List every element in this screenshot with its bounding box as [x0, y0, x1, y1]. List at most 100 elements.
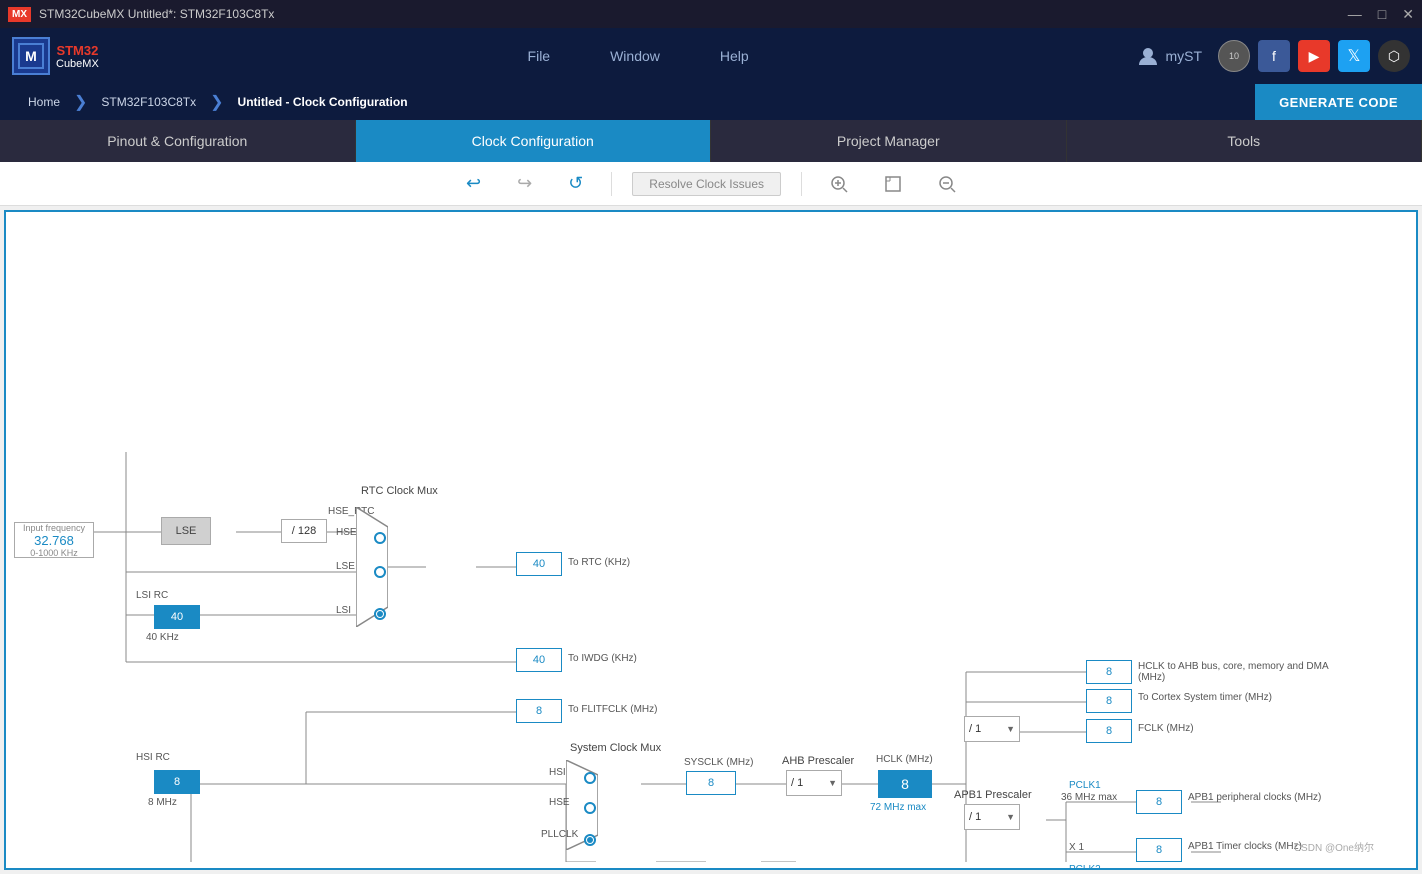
clock-diagram: Input frequency 32.768 0-1000 KHz LSE LS…: [6, 212, 1386, 862]
sysclk-label: SYSCLK (MHz): [684, 757, 753, 768]
sys-hsi-label: HSI: [549, 767, 566, 778]
undo-button[interactable]: ↩: [458, 169, 489, 198]
out-apb1-timer-box[interactable]: 8: [1136, 838, 1182, 862]
menu-help[interactable]: Help: [720, 48, 749, 64]
out-fclk-box[interactable]: 8: [1086, 719, 1132, 743]
rtc-mux-radio-lsi[interactable]: [374, 608, 386, 620]
hclk-box[interactable]: 8: [878, 770, 932, 798]
tab-clock[interactable]: Clock Configuration: [356, 120, 712, 162]
myst-button[interactable]: myST: [1137, 45, 1202, 67]
zoom-in-button[interactable]: [822, 171, 856, 197]
social-facebook[interactable]: f: [1258, 40, 1290, 72]
ahb-pre-dropdown[interactable]: / 1 ▼: [786, 770, 842, 796]
lsi-rc-box[interactable]: 40: [154, 605, 200, 629]
sysclk-mux-label: System Clock Mux: [570, 742, 661, 754]
input-freq-value[interactable]: 32.768: [34, 533, 74, 548]
rtc-mux-lse-label: LSE: [336, 561, 355, 572]
app-logo-icon: M: [12, 37, 50, 75]
tab-project[interactable]: Project Manager: [711, 120, 1067, 162]
pclk2-label: PCLK2: [1069, 864, 1101, 870]
menu-bar: M STM32 CubeMX File Window Help myST 10 …: [0, 28, 1422, 84]
sys-hse-label: HSE: [549, 797, 570, 808]
to-flit-box[interactable]: 8: [516, 699, 562, 723]
tab-pinout[interactable]: Pinout & Configuration: [0, 120, 356, 162]
sysclk-mux-hsi[interactable]: [584, 772, 596, 784]
breadcrumb-arrow-2: ❯: [210, 92, 223, 112]
out-ahb-box[interactable]: 8: [1086, 660, 1132, 684]
svg-text:M: M: [25, 48, 37, 64]
to-iwdg-label: To IWDG (KHz): [568, 653, 637, 664]
clock-diagram-canvas[interactable]: Input frequency 32.768 0-1000 KHz LSE LS…: [4, 210, 1418, 870]
app-logo-text: STM32 CubeMX: [56, 43, 99, 70]
resolve-clock-button[interactable]: Resolve Clock Issues: [632, 172, 781, 196]
close-button[interactable]: ✕: [1402, 6, 1414, 23]
sys-pll-label: PLLCLK: [541, 829, 578, 840]
breadcrumb: Home ❯ STM32F103C8Tx ❯ Untitled - Clock …: [0, 84, 1422, 120]
input-freq-box: Input frequency 32.768 0-1000 KHz: [14, 522, 94, 558]
social-anniversary[interactable]: 10: [1218, 40, 1250, 72]
title-bar: MX STM32CubeMX Untitled*: STM32F103C8Tx …: [0, 0, 1422, 28]
sysclk-box[interactable]: 8: [686, 771, 736, 795]
breadcrumb-home[interactable]: Home: [16, 84, 72, 120]
breadcrumb-current: Untitled - Clock Configuration: [226, 84, 420, 120]
toolbar: ↩ ↪ ↺ Resolve Clock Issues: [0, 162, 1422, 206]
to-rtc-box[interactable]: 40: [516, 552, 562, 576]
to-rtc-label: To RTC (KHz): [568, 557, 630, 568]
rtc-mux-radio-hse[interactable]: [374, 532, 386, 544]
out-cortex-label: To Cortex System timer (MHz): [1138, 692, 1358, 703]
apb1-pre-label: APB1 Prescaler: [954, 789, 1032, 801]
pclk1-label: PCLK1: [1069, 780, 1101, 791]
social-github[interactable]: ⬡: [1378, 40, 1410, 72]
sysclk-mux-hse[interactable]: [584, 802, 596, 814]
hsi-rc-unit: 8 MHz: [148, 797, 177, 808]
out-apb1-peri-box[interactable]: 8: [1136, 790, 1182, 814]
rtc-mux-radio-lse[interactable]: [374, 566, 386, 578]
out-fclk-label: FCLK (MHz): [1138, 723, 1194, 734]
refresh-button[interactable]: ↺: [560, 169, 591, 198]
out-apb1-peri-label: APB1 peripheral clocks (MHz): [1188, 792, 1388, 803]
enable-css-button[interactable]: Enable CSS: [571, 868, 643, 870]
sysclk-mux-pll[interactable]: [584, 834, 596, 846]
fit-button[interactable]: [876, 171, 910, 197]
toolbar-separator-1: [611, 172, 612, 196]
hclk-label: HCLK (MHz): [876, 754, 933, 765]
lsi-rc-unit: 40 KHz: [146, 632, 179, 643]
menu-window[interactable]: Window: [610, 48, 660, 64]
tabs-bar: Pinout & Configuration Clock Configurati…: [0, 120, 1422, 162]
minimize-button[interactable]: —: [1348, 6, 1362, 23]
title-icon: MX: [8, 7, 31, 22]
menu-file[interactable]: File: [528, 48, 551, 64]
to-flit-label: To FLITFCLK (MHz): [568, 704, 657, 715]
maximize-button[interactable]: □: [1378, 6, 1386, 23]
social-youtube[interactable]: ▶: [1298, 40, 1330, 72]
rtc-mux-label: RTC Clock Mux: [361, 485, 438, 497]
zoom-out-button[interactable]: [930, 171, 964, 197]
pclk1-max: 36 MHz max: [1061, 792, 1117, 803]
div128-box: / 128: [281, 519, 327, 543]
sys-div1-dropdown[interactable]: / 1 ▼: [964, 716, 1020, 742]
tab-tools[interactable]: Tools: [1067, 120, 1422, 162]
ahb-pre-label: AHB Prescaler: [782, 755, 854, 767]
out-ahb-label: HCLK to AHB bus, core, memory and DMA (M…: [1138, 661, 1358, 683]
window-title: STM32CubeMX Untitled*: STM32F103C8Tx: [39, 7, 274, 21]
generate-code-button[interactable]: GENERATE CODE: [1255, 84, 1422, 120]
lsi-rc-label: LSI RC: [136, 590, 168, 601]
apb1-x1-label: X 1: [1069, 842, 1084, 853]
toolbar-separator-2: [801, 172, 802, 196]
input-freq-unit: 0-1000 KHz: [30, 548, 78, 558]
rtc-mux-hse-label: HSE: [336, 527, 357, 538]
redo-button[interactable]: ↪: [509, 169, 540, 198]
to-iwdg-box[interactable]: 40: [516, 648, 562, 672]
apb1-pre-dropdown[interactable]: / 1 ▼: [964, 804, 1020, 830]
out-cortex-box[interactable]: 8: [1086, 689, 1132, 713]
rtc-mux-lsi-label: LSI: [336, 605, 351, 616]
hsi-rc-box[interactable]: 8: [154, 770, 200, 794]
watermark: CSDN @One纳尔: [1294, 839, 1374, 854]
breadcrumb-arrow-1: ❯: [74, 92, 87, 112]
lse-box: LSE: [161, 517, 211, 545]
hclk-max: 72 MHz max: [870, 802, 926, 813]
breadcrumb-device[interactable]: STM32F103C8Tx: [89, 84, 208, 120]
input-freq-label: Input frequency: [23, 523, 85, 533]
hsi-rc-label: HSI RC: [136, 752, 170, 763]
social-twitter[interactable]: 𝕏: [1338, 40, 1370, 72]
